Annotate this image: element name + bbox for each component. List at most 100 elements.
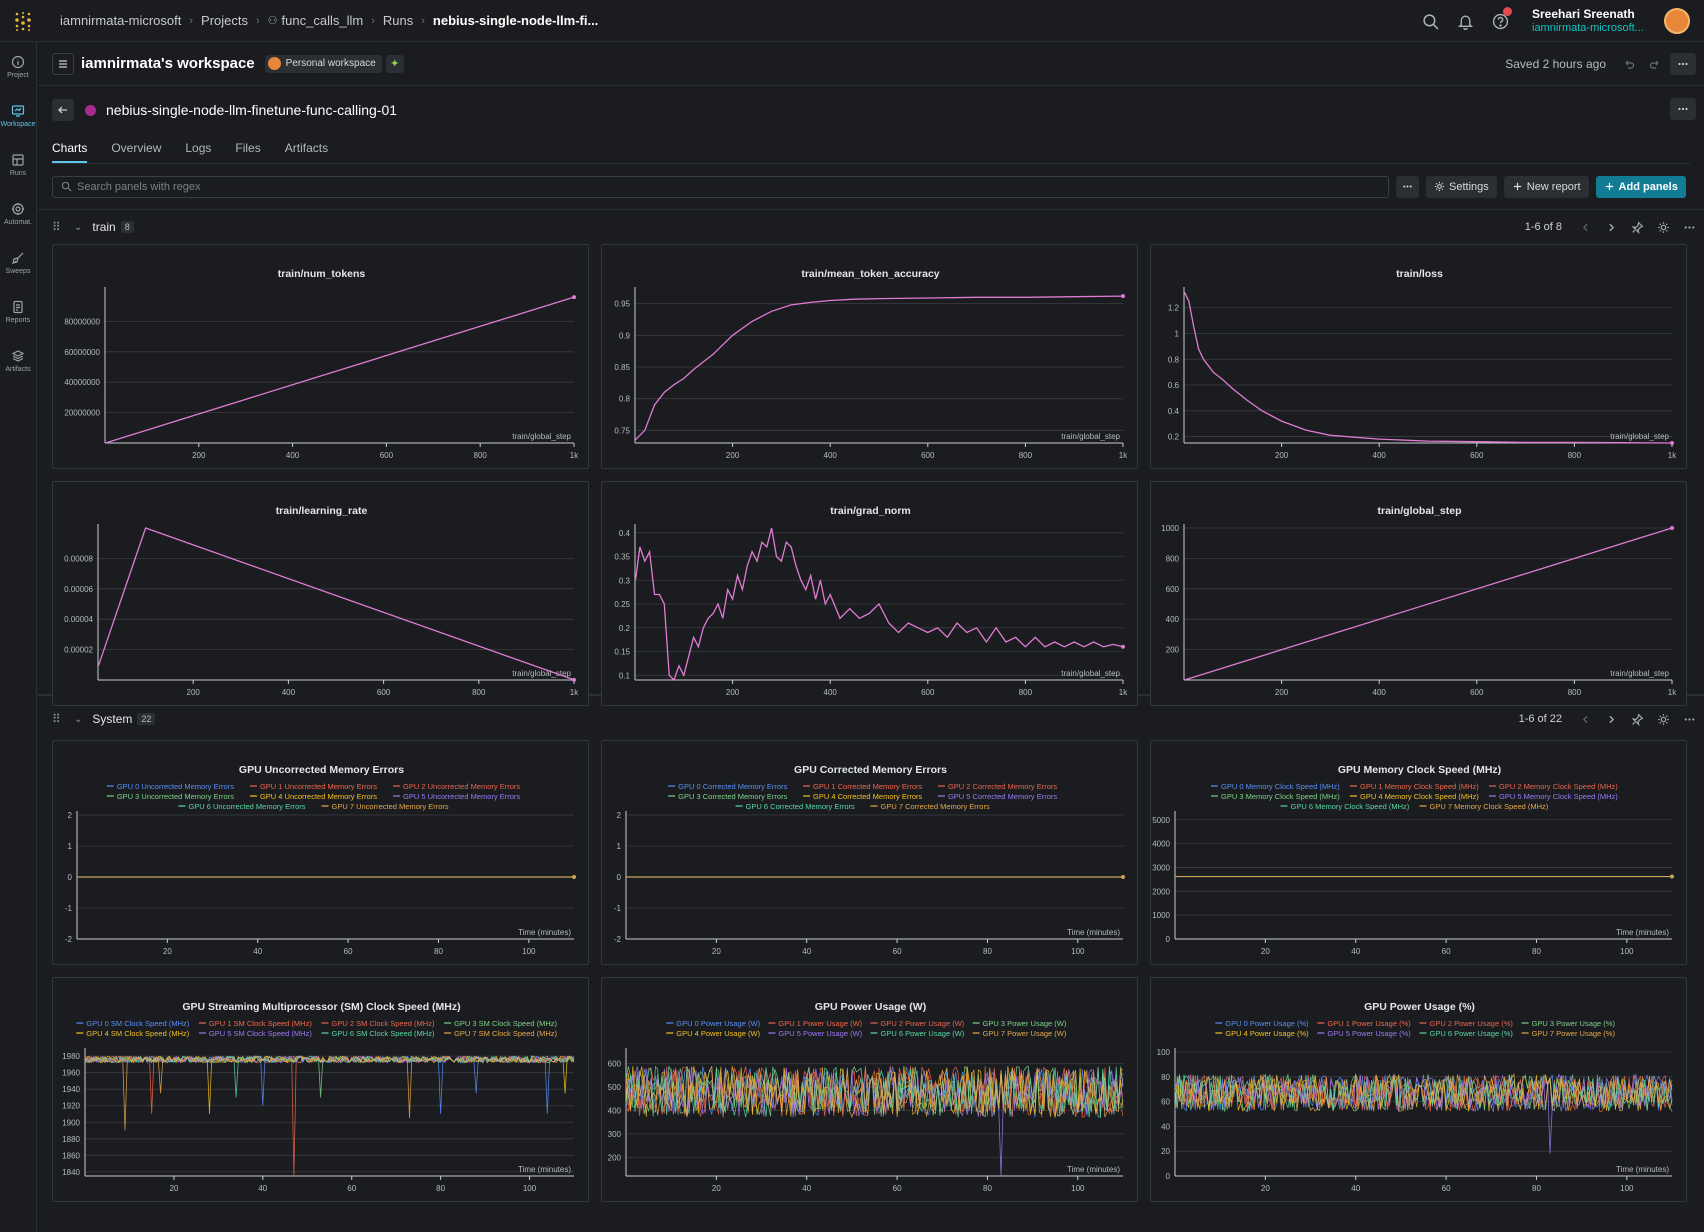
drag-handle-icon[interactable]: ⠿ — [52, 220, 64, 234]
y-tick-label: 0.2 — [1168, 433, 1180, 442]
more-icon[interactable] — [1670, 53, 1696, 75]
tab-charts[interactable]: Charts — [52, 141, 88, 163]
drag-handle-icon[interactable]: ⠿ — [52, 712, 64, 726]
y-tick-label: 1860 — [62, 1151, 80, 1160]
y-tick-label: 500 — [608, 1083, 622, 1092]
breadcrumb-project[interactable]: func_calls_llm — [282, 13, 364, 28]
more-options-button[interactable] — [1396, 175, 1419, 198]
menu-icon[interactable] — [52, 52, 74, 75]
y-tick-label: 600 — [1166, 585, 1180, 594]
chart-panel[interactable]: train/mean_token_accuracy 0.75 0.8 0.85 0.9 0… — [601, 244, 1138, 469]
x-tick-label: 20 — [163, 947, 172, 956]
x-tick-label: 100 — [1071, 1184, 1085, 1193]
run-tabs: Charts Overview Logs Files Artifacts — [52, 134, 1690, 164]
gear-icon[interactable] — [1657, 713, 1670, 726]
chart-panel[interactable]: train/num_tokens 20000000 40000000 60000000… — [52, 244, 589, 469]
series-endpoint — [1670, 874, 1674, 879]
add-panels-button[interactable]: Add panels — [1595, 175, 1686, 198]
tab-artifacts[interactable]: Artifacts — [285, 141, 328, 163]
chart-panel[interactable]: GPU Streaming Multiprocessor (SM) Clock … — [52, 977, 589, 1202]
x-axis-label: Time (minutes) — [1616, 928, 1669, 937]
workspace-title[interactable]: iamnirmata's workspace — [81, 55, 255, 72]
search-icon[interactable] — [1413, 0, 1448, 42]
undo-icon[interactable] — [1618, 53, 1640, 75]
nav-project[interactable]: Project — [0, 42, 36, 91]
pin-icon[interactable] — [1631, 712, 1644, 726]
settings-button[interactable]: Settings — [1426, 175, 1497, 198]
legend-entry: GPU 2 Uncorrected Memory Errors — [403, 782, 520, 791]
bell-icon[interactable] — [1448, 0, 1483, 42]
gear-icon[interactable] — [1657, 221, 1670, 234]
nav-sweeps[interactable]: Sweeps — [0, 238, 36, 287]
avatar[interactable] — [1664, 8, 1690, 34]
legend-entry: GPU 2 Corrected Memory Errors — [948, 782, 1057, 791]
legend-entry: GPU 3 SM Clock Speed (MHz) — [454, 1019, 557, 1028]
breadcrumb-runs[interactable]: Runs — [383, 13, 413, 28]
tab-overview[interactable]: Overview — [111, 141, 161, 163]
search-input[interactable]: Search panels with regex — [52, 175, 1389, 198]
search-icon — [61, 181, 72, 192]
y-tick-label: 1000 — [1161, 524, 1179, 533]
chart-panel[interactable]: train/global_step 200 400 600 800 1000 200 400 6… — [1150, 481, 1687, 706]
user-menu[interactable]: Sreehari Sreenath iamnirmata-microsoft..… — [1532, 7, 1656, 35]
x-axis-label: Time (minutes) — [1616, 1165, 1669, 1174]
back-arrow-icon[interactable] — [52, 99, 74, 121]
x-axis-label: train/global_step — [1610, 669, 1669, 678]
x-tick-label: 40 — [802, 947, 811, 956]
x-tick-label: 60 — [347, 1184, 356, 1193]
x-tick-label: 1k — [570, 688, 579, 697]
breadcrumb-run[interactable]: nebius-single-node-llm-fi... — [433, 13, 598, 28]
legend-entry: GPU 1 Power Usage (%) — [1327, 1019, 1411, 1028]
more-icon[interactable] — [1670, 98, 1696, 120]
y-tick-label: 0.25 — [614, 600, 630, 609]
pin-icon[interactable] — [1631, 220, 1644, 234]
run-color-dot[interactable] — [85, 104, 96, 116]
chart-panel[interactable]: GPU Corrected Memory Errors GPU 0 Correct… — [601, 740, 1138, 965]
chart-panel[interactable]: train/learning_rate 0.00002 0.00004 0.00006… — [52, 481, 589, 706]
chart-panel[interactable]: GPU Power Usage (W) GPU 0 Power Usage (W)… — [601, 977, 1138, 1202]
more-icon[interactable] — [1683, 221, 1696, 234]
automation-icon — [12, 202, 24, 215]
chart-panel[interactable]: train/loss 0.2 0.4 0.6 0.8 1 1.2 200 400 600 800 1k… — [1150, 244, 1687, 469]
personal-workspace-badge[interactable]: Personal workspace — [264, 54, 382, 73]
sparkle-icon[interactable]: ✦ — [385, 54, 404, 73]
breadcrumb-projects[interactable]: Projects — [201, 13, 248, 28]
section-header-system[interactable]: ⠿ ⌄ System 22 1-6 of 22 — [38, 702, 1704, 736]
chevron-left-icon[interactable] — [1579, 713, 1592, 726]
x-tick-label: 1k — [1119, 688, 1128, 697]
tab-files[interactable]: Files — [235, 141, 260, 163]
chevron-down-icon[interactable]: ⌄ — [74, 222, 82, 233]
nav-artifacts[interactable]: Artifacts — [0, 336, 36, 385]
chart-svg: GPU Streaming Multiprocessor (SM) Clock … — [62, 1001, 575, 1193]
y-tick-label: -1 — [614, 904, 622, 913]
nav-reports[interactable]: Reports — [0, 287, 36, 336]
chevron-left-icon[interactable] — [1579, 221, 1592, 234]
chart-panel[interactable]: GPU Power Usage (%) GPU 0 Power Usage (%)… — [1150, 977, 1687, 1202]
more-icon[interactable] — [1683, 713, 1696, 726]
breadcrumb-entity[interactable]: iamnirmata-microsoft — [60, 13, 181, 28]
help-icon[interactable] — [1483, 0, 1518, 42]
redo-icon[interactable] — [1644, 53, 1666, 75]
nav-runs[interactable]: Runs — [0, 140, 36, 189]
new-report-button[interactable]: New report — [1503, 175, 1589, 198]
y-tick-label: 1960 — [62, 1069, 80, 1078]
x-tick-label: 800 — [474, 451, 488, 460]
chart-panel[interactable]: train/grad_norm 0.1 0.15 0.2 0.25 0.3 0.35 0.4 2… — [601, 481, 1138, 706]
nav-workspace[interactable]: Workspace — [0, 91, 36, 140]
run-name[interactable]: nebius-single-node-llm-finetune-func-cal… — [106, 102, 397, 118]
nav-automations[interactable]: Automat. — [0, 189, 36, 238]
legend-entry: GPU 1 Uncorrected Memory Errors — [260, 782, 377, 791]
chevron-right-icon[interactable] — [1605, 713, 1618, 726]
chart-panel[interactable]: GPU Memory Clock Speed (MHz) GPU 0 Memory… — [1150, 740, 1687, 965]
chart-svg: train/global_step 200 400 600 800 1000 200 400 6… — [1161, 505, 1677, 697]
chevron-right-icon[interactable] — [1605, 221, 1618, 234]
chart-panel[interactable]: GPU Uncorrected Memory Errors GPU 0 Uncor… — [52, 740, 589, 965]
y-tick-label: 200 — [1166, 646, 1180, 655]
series-endpoint — [1121, 294, 1125, 299]
section-header-train[interactable]: ⠿ ⌄ train 8 1-6 of 8 — [38, 210, 1704, 244]
wandb-logo-icon[interactable] — [0, 0, 46, 42]
y-tick-label: 2000 — [1152, 887, 1170, 896]
series-endpoint — [1121, 875, 1125, 879]
tab-logs[interactable]: Logs — [185, 141, 211, 163]
chevron-down-icon[interactable]: ⌄ — [74, 714, 82, 725]
